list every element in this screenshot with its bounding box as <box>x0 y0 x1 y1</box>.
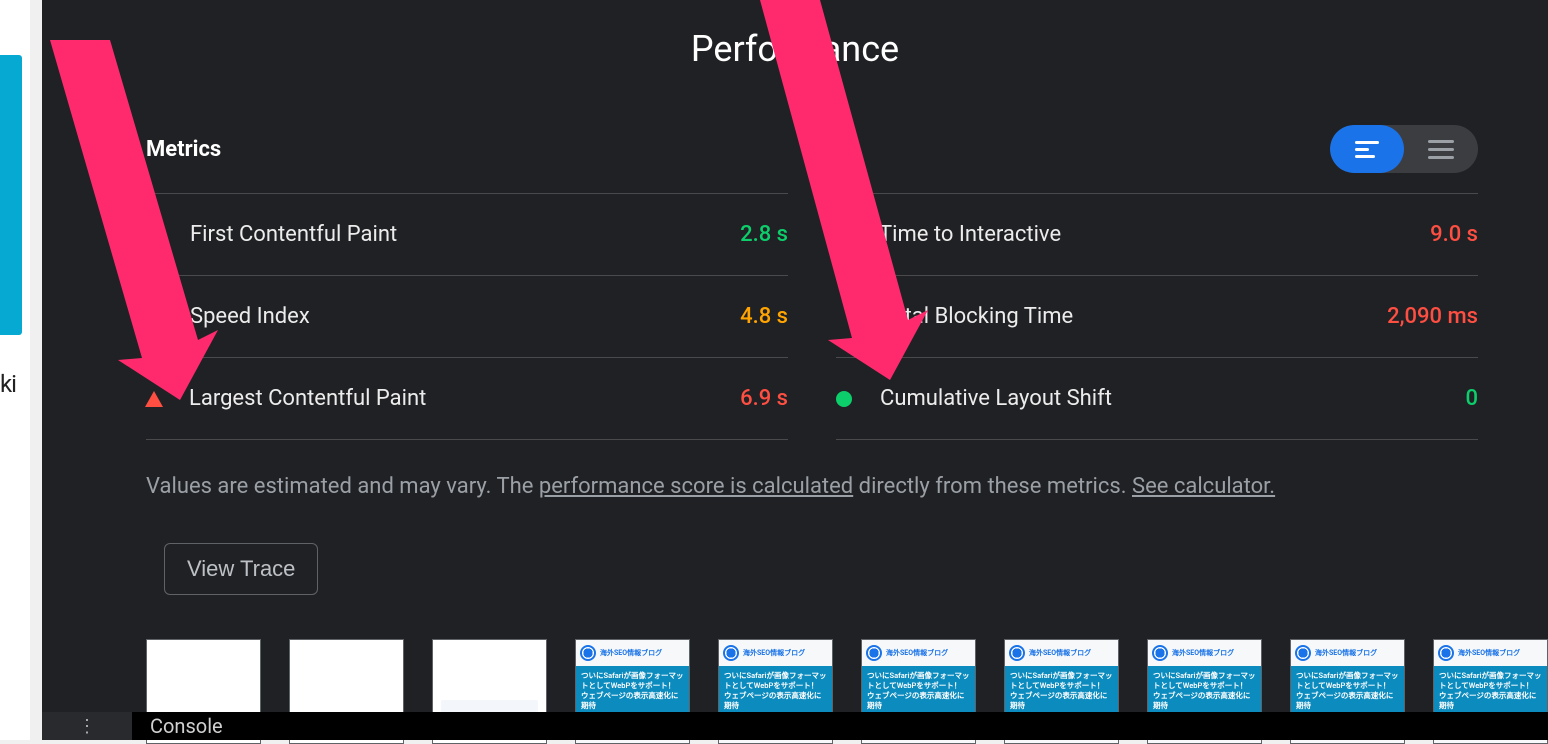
note-prefix: Values are estimated and may vary. The <box>146 474 539 499</box>
metric-total-blocking-time[interactable]: Total Blocking Time 2,090 ms <box>836 275 1478 357</box>
page-left-margin: ki <box>0 0 30 740</box>
metric-cumulative-layout-shift[interactable]: Cumulative Layout Shift 0 <box>836 357 1478 440</box>
frame-header-text: 海外SEO情報ブログ <box>1458 648 1520 658</box>
page-title: Performance <box>42 0 1548 70</box>
metrics-footnote: Values are estimated and may vary. The p… <box>146 470 1478 503</box>
status-good-icon <box>836 391 852 407</box>
toggle-summary-view[interactable] <box>1330 125 1404 173</box>
metric-value: 2.8 s <box>740 222 788 247</box>
status-good-icon <box>146 227 162 243</box>
metric-name: Total Blocking Time <box>880 304 1387 329</box>
metrics-view-toggle <box>1330 125 1478 173</box>
metric-name: First Contentful Paint <box>190 222 740 247</box>
globe-icon <box>1152 645 1168 661</box>
left-accent-block <box>0 55 22 335</box>
console-tab[interactable]: Console <box>132 712 241 740</box>
metric-largest-contentful-paint[interactable]: Largest Contentful Paint 6.9 s <box>146 357 788 440</box>
frame-header-text: 海外SEO情報ブログ <box>743 648 805 658</box>
globe-icon <box>1295 645 1311 661</box>
frame-header-text: 海外SEO情報ブログ <box>1172 648 1234 658</box>
globe-icon <box>723 645 739 661</box>
devtools-console-bar: Console <box>42 712 1548 740</box>
status-none-icon <box>836 309 852 325</box>
metric-value: 4.8 s <box>740 304 788 329</box>
globe-icon <box>580 645 596 661</box>
metric-name: Speed Index <box>190 304 740 329</box>
metric-value: 2,090 ms <box>1387 304 1478 329</box>
metrics-grid: First Contentful Paint 2.8 s Time to Int… <box>146 193 1478 440</box>
metric-time-to-interactive[interactable]: Time to Interactive 9.0 s <box>836 193 1478 275</box>
metric-value: 0 <box>1465 386 1478 411</box>
globe-icon <box>866 645 882 661</box>
frame-header-text: 海外SEO情報ブログ <box>1315 648 1377 658</box>
status-bad-icon <box>835 227 853 243</box>
note-middle: directly from these metrics. <box>853 474 1132 499</box>
bars-icon <box>1355 141 1379 158</box>
toggle-detailed-view[interactable] <box>1404 125 1478 173</box>
status-none-icon <box>146 309 162 325</box>
frame-header-text: 海外SEO情報ブログ <box>600 648 662 658</box>
left-cutoff-text: ki <box>0 370 16 398</box>
score-calculated-link[interactable]: performance score is calculated <box>539 474 853 499</box>
metrics-heading: Metrics <box>146 137 221 162</box>
metric-value: 6.9 s <box>740 386 788 411</box>
lines-icon <box>1428 140 1454 159</box>
metric-first-contentful-paint[interactable]: First Contentful Paint 2.8 s <box>146 193 788 275</box>
globe-icon <box>1438 645 1454 661</box>
console-more-icon[interactable] <box>42 712 132 740</box>
status-bad-icon <box>145 391 163 407</box>
globe-icon <box>1009 645 1025 661</box>
view-trace-button[interactable]: View Trace <box>164 543 318 595</box>
metric-name: Time to Interactive <box>879 222 1430 247</box>
frame-header-text: 海外SEO情報ブログ <box>886 648 948 658</box>
metric-name: Cumulative Layout Shift <box>880 386 1465 411</box>
lighthouse-performance-panel: Performance Metrics First <box>42 0 1548 740</box>
metric-value: 9.0 s <box>1430 222 1478 247</box>
see-calculator-link[interactable]: See calculator. <box>1132 474 1275 499</box>
metric-speed-index[interactable]: Speed Index 4.8 s <box>146 275 788 357</box>
metric-name: Largest Contentful Paint <box>189 386 740 411</box>
frame-header-text: 海外SEO情報ブログ <box>1029 648 1091 658</box>
